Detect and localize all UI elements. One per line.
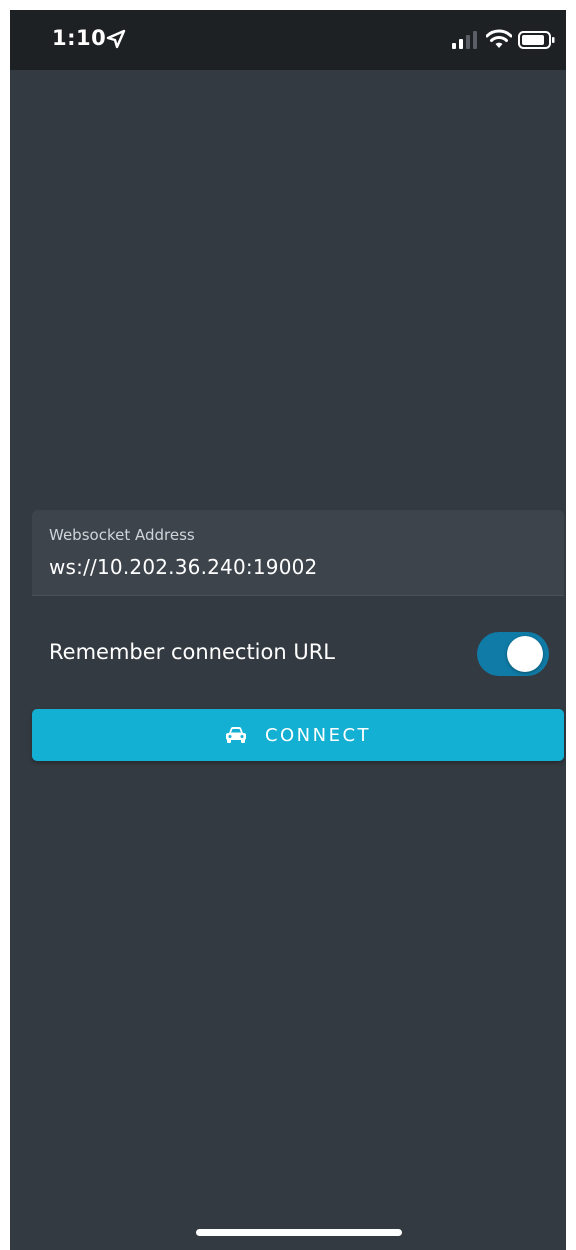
toggle-knob <box>507 636 543 672</box>
car-icon <box>225 727 246 743</box>
wifi-icon <box>486 29 512 48</box>
cellular-signal-icon <box>452 31 477 49</box>
websocket-address-input[interactable]: ws://10.202.36.240:19002 <box>49 555 317 579</box>
location-arrow-icon <box>106 29 126 49</box>
home-indicator[interactable] <box>196 1229 402 1236</box>
battery-icon <box>518 31 555 49</box>
app-screen: 1:10 Websocket Address ws://10.202.36.24… <box>10 10 566 1250</box>
status-bar: 1:10 <box>10 10 566 70</box>
websocket-address-field[interactable]: Websocket Address ws://10.202.36.240:190… <box>32 510 564 596</box>
remember-url-toggle[interactable] <box>477 632 549 676</box>
connect-button[interactable]: CONNECT <box>32 709 564 761</box>
status-time: 1:10 <box>52 26 107 50</box>
connect-button-label: CONNECT <box>264 724 372 746</box>
remember-url-row: Remember connection URL <box>32 626 564 682</box>
websocket-address-label: Websocket Address <box>49 526 195 544</box>
remember-url-label: Remember connection URL <box>49 640 336 664</box>
